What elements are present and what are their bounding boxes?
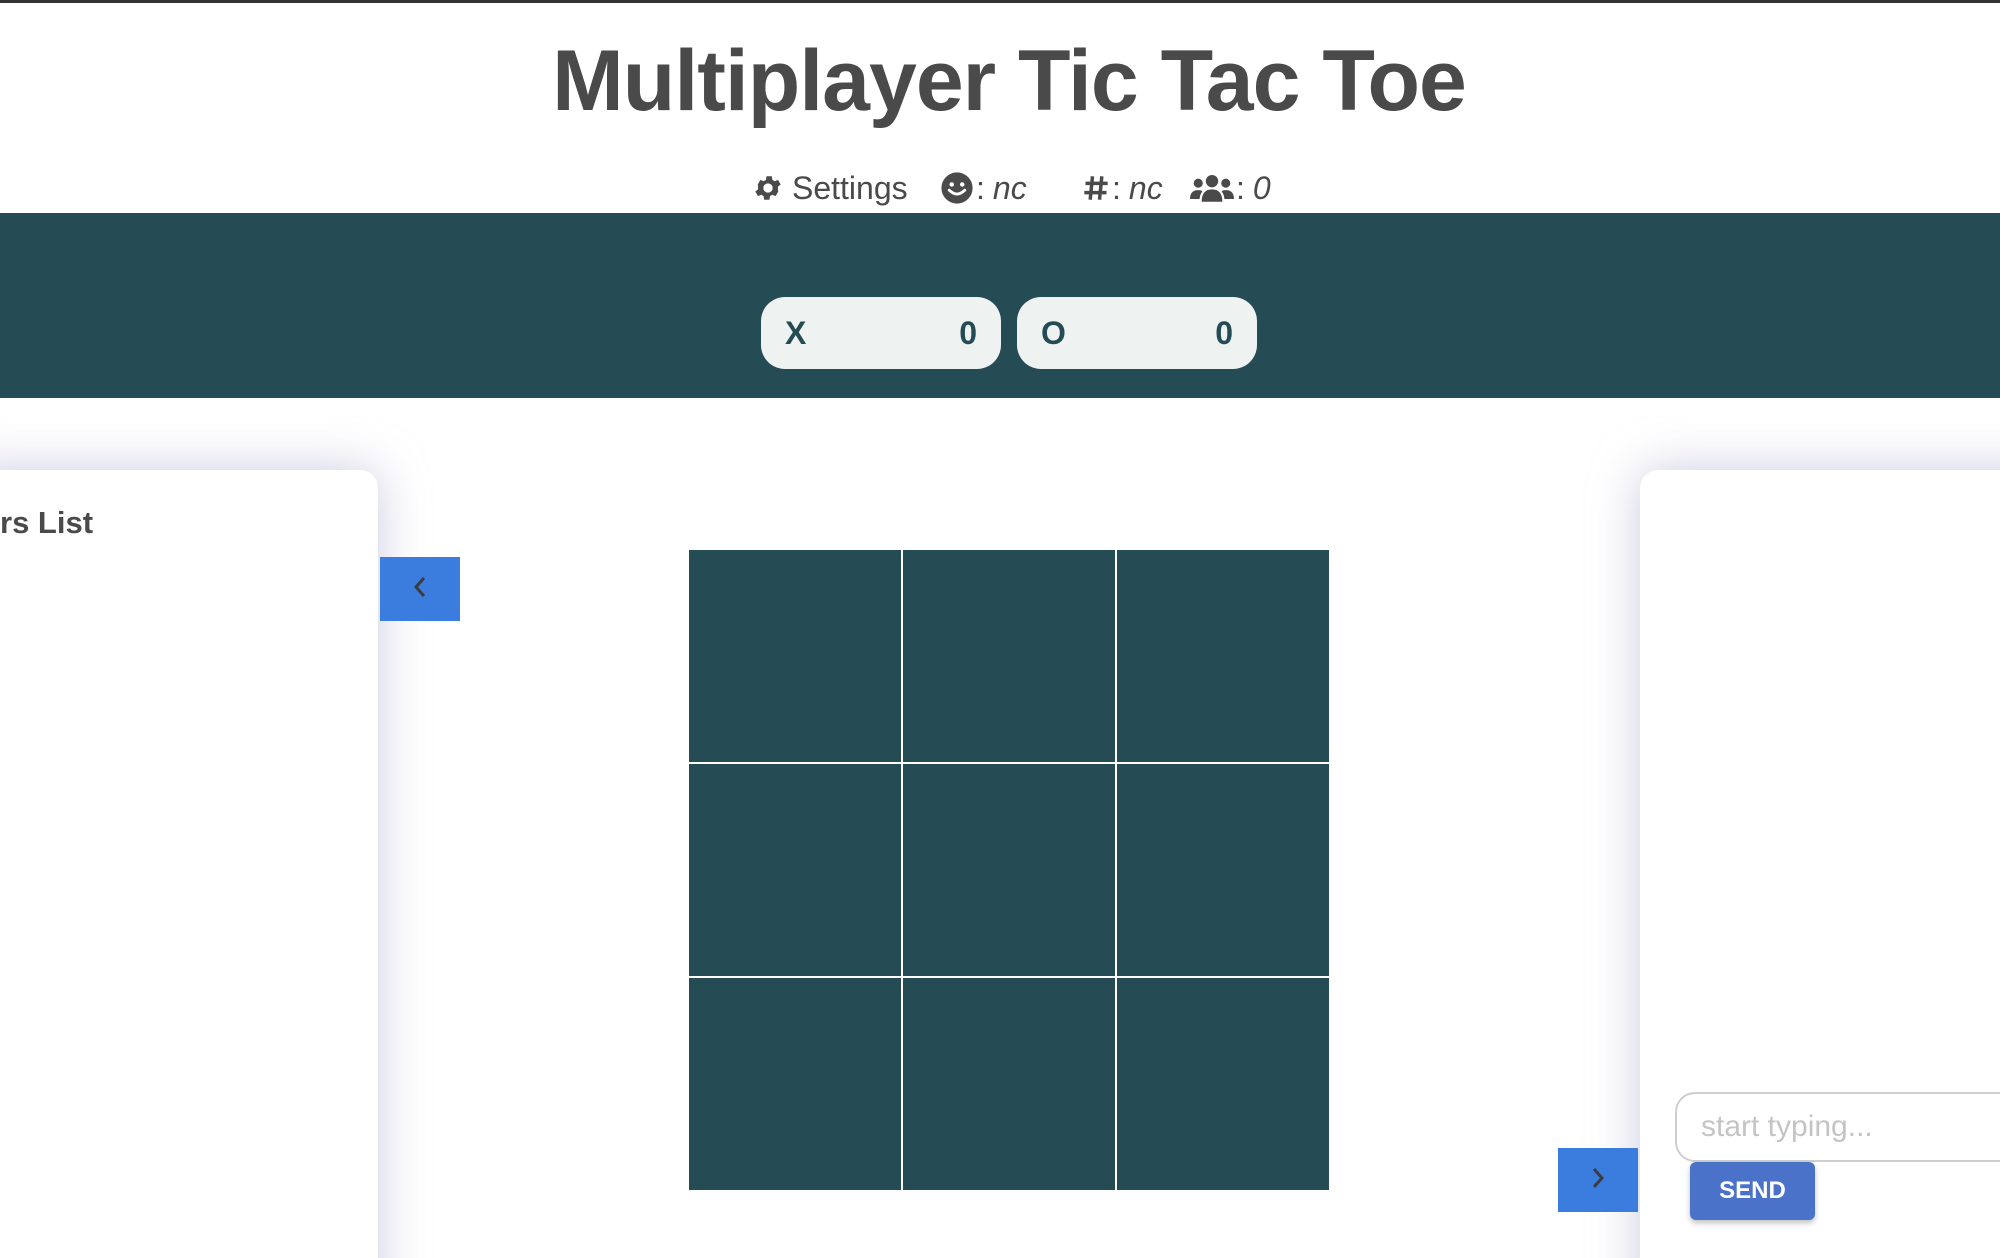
score-o-value: 0 — [1215, 314, 1233, 351]
score-x: X 0 — [761, 297, 1001, 369]
players-list-title: rs List — [0, 505, 94, 540]
chevron-right-icon — [1588, 1163, 1608, 1198]
send-button[interactable]: SEND — [1690, 1162, 1815, 1220]
page: Multiplayer Tic Tac Toe Settings : nc: … — [0, 0, 2000, 1258]
player-sep: : — [976, 169, 985, 206]
hash-icon — [1082, 173, 1110, 203]
users-value: 0 — [1252, 169, 1271, 206]
top-border — [0, 0, 2000, 3]
room-value: nc — [1128, 169, 1163, 206]
game-board — [689, 550, 1329, 1190]
users-icon — [1190, 172, 1234, 204]
chat-message-input[interactable] — [1675, 1092, 2000, 1162]
score-o-label: O — [1041, 314, 1066, 351]
chevron-left-icon — [410, 572, 430, 607]
settings-label: Settings — [792, 169, 908, 206]
room-info: : nc — [1082, 166, 1163, 210]
users-info: : 0 — [1190, 166, 1271, 210]
score-o: O 0 — [1017, 297, 1257, 369]
info-bar: Settings : nc : nc: 0 — [0, 166, 2000, 210]
score-x-value: 0 — [959, 314, 977, 351]
board-cell[interactable] — [689, 550, 901, 762]
player-name-info: : nc — [940, 166, 1027, 210]
board-cell[interactable] — [1117, 550, 1329, 762]
score-band — [0, 213, 2000, 398]
smile-icon — [940, 171, 974, 205]
board-cell[interactable] — [1117, 764, 1329, 976]
collapse-left-panel-button[interactable] — [380, 557, 460, 621]
gear-icon — [752, 172, 784, 204]
players-list-panel — [0, 470, 378, 1258]
score-x-label: X — [785, 314, 807, 351]
board-cell[interactable] — [1117, 978, 1329, 1190]
users-sep: : — [1236, 169, 1245, 206]
collapse-right-panel-button[interactable] — [1558, 1148, 1638, 1212]
room-sep: : — [1112, 169, 1121, 206]
page-title: Multiplayer Tic Tac Toe — [552, 33, 1467, 129]
board-cell[interactable] — [903, 978, 1115, 1190]
player-value: nc — [992, 169, 1027, 206]
settings-link[interactable]: Settings — [752, 166, 908, 210]
board-cell[interactable] — [689, 978, 901, 1190]
board-cell[interactable] — [689, 764, 901, 976]
board-cell[interactable] — [903, 764, 1115, 976]
board-cell[interactable] — [903, 550, 1115, 762]
